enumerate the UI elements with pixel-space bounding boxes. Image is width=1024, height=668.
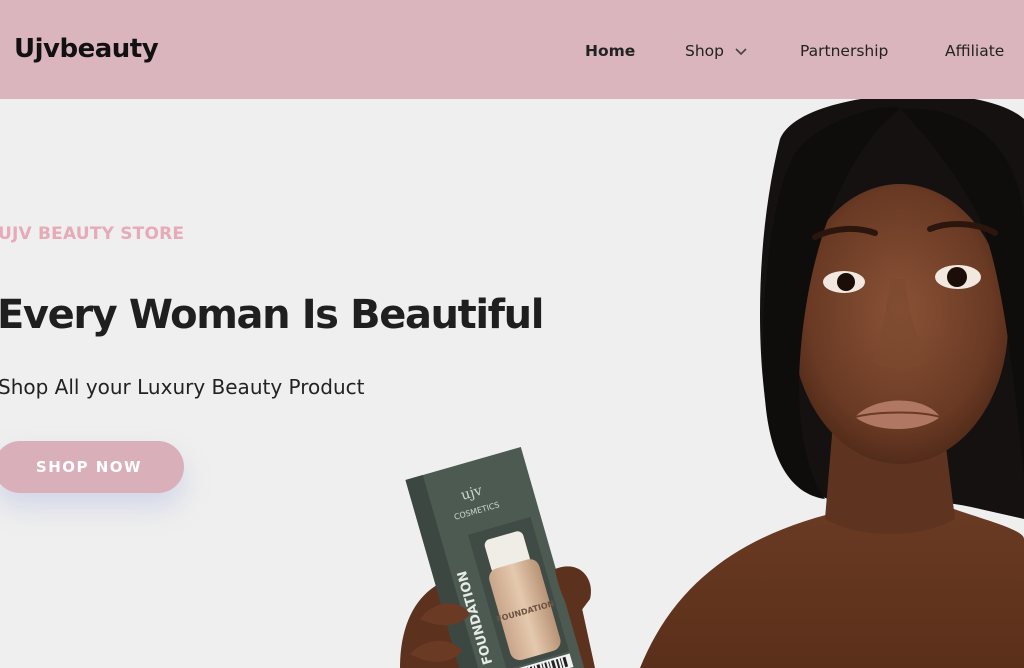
site-header: Ujvbeauty Home Shop Partnership Affiliat… — [0, 0, 1024, 99]
hero-model-image: ujv COSMETICS FOUNDATION FOUNDATION — [400, 99, 1024, 668]
shop-now-button[interactable]: SHOP NOW — [0, 441, 184, 493]
nav-affiliate[interactable]: Affiliate — [945, 42, 1004, 60]
nav-home[interactable]: Home — [585, 42, 635, 60]
chevron-down-icon — [735, 47, 747, 55]
hero-subheadline: Shop All your Luxury Beauty Product — [0, 375, 365, 399]
hero-eyebrow: UJV BEAUTY STORE — [0, 224, 185, 244]
brand-logo[interactable]: Ujvbeauty — [14, 34, 159, 64]
page: Ujvbeauty Home Shop Partnership Affiliat… — [0, 0, 1024, 668]
nav-shop-label: Shop — [685, 42, 724, 60]
nav-shop[interactable]: Shop — [685, 42, 747, 60]
nav-partnership[interactable]: Partnership — [800, 42, 888, 60]
